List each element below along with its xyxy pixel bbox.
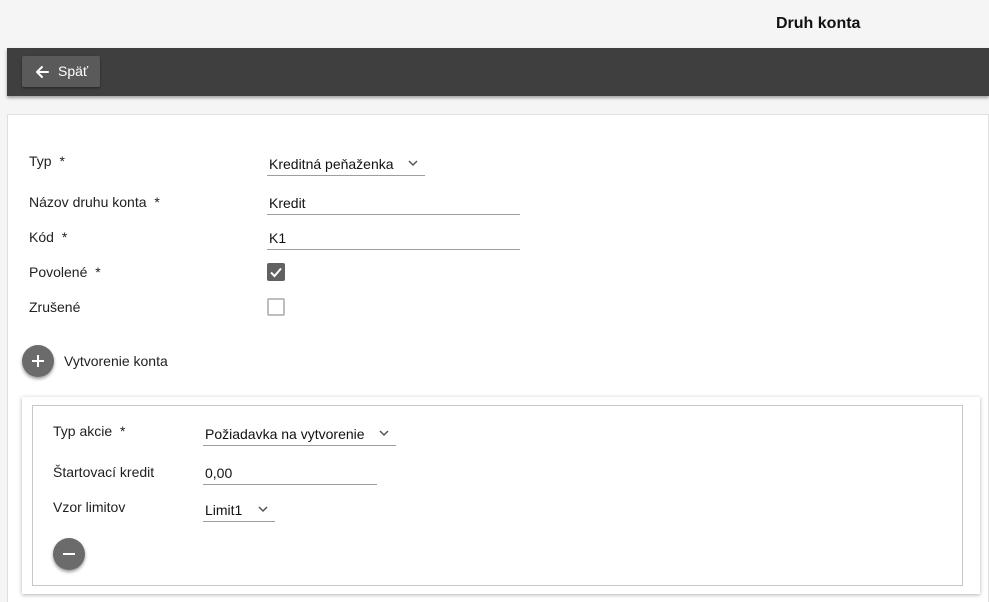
required-mark: * bbox=[61, 229, 68, 245]
limit-template-select[interactable]: Limit1 bbox=[203, 499, 275, 522]
action-type-select[interactable]: Požiadavka na vytvorenie bbox=[203, 423, 396, 446]
limit-template-select-value: Limit1 bbox=[205, 502, 243, 518]
enabled-label: Povolené bbox=[29, 264, 88, 280]
page-header: Druh konta bbox=[0, 0, 989, 48]
type-label: Typ bbox=[29, 153, 52, 169]
start-credit-label: Štartovací kredit bbox=[53, 464, 155, 480]
cancelled-checkbox[interactable] bbox=[267, 298, 285, 316]
code-input-value: K1 bbox=[269, 230, 287, 246]
start-credit-input[interactable]: 0,00 bbox=[203, 462, 377, 485]
start-credit-input-value: 0,00 bbox=[205, 465, 233, 481]
code-label-row: Kód * bbox=[29, 229, 67, 245]
back-button-label: Späť bbox=[58, 63, 89, 79]
limit-template-label: Vzor limitov bbox=[53, 499, 126, 515]
chevron-down-icon bbox=[379, 430, 389, 437]
type-select[interactable]: Kreditná peňaženka bbox=[267, 153, 425, 176]
minus-icon bbox=[63, 553, 75, 555]
required-mark: * bbox=[154, 194, 160, 210]
account-creation-label: Vytvorenie konta bbox=[64, 353, 168, 369]
form-card: Typ * Kreditná peňaženka Názov druhu kon… bbox=[7, 114, 989, 602]
code-input[interactable]: K1 bbox=[267, 227, 520, 250]
name-input[interactable]: Kredit bbox=[267, 192, 520, 215]
add-account-creation-button[interactable] bbox=[22, 345, 54, 377]
account-creation-inner: Typ akcie * Požiadavka na vytvorenie Šta… bbox=[32, 405, 963, 586]
account-creation-panel: Typ akcie * Požiadavka na vytvorenie Šta… bbox=[22, 397, 980, 594]
enabled-checkbox[interactable] bbox=[267, 263, 285, 281]
chevron-down-icon bbox=[258, 506, 268, 513]
name-label: Názov druhu konta bbox=[29, 194, 147, 210]
name-input-value: Kredit bbox=[269, 195, 306, 211]
cancelled-label: Zrušené bbox=[29, 299, 81, 315]
remove-account-creation-button[interactable] bbox=[53, 538, 85, 570]
type-select-value: Kreditná peňaženka bbox=[269, 156, 394, 172]
action-type-select-value: Požiadavka na vytvorenie bbox=[205, 426, 365, 442]
back-button[interactable]: Späť bbox=[22, 56, 100, 87]
type-label-row: Typ * bbox=[29, 153, 65, 169]
arrow-left-icon bbox=[36, 66, 49, 78]
cancelled-label-row: Zrušené bbox=[29, 299, 80, 315]
name-label-row: Názov druhu konta * bbox=[29, 194, 160, 210]
plus-icon bbox=[32, 355, 44, 367]
toolbar: Späť bbox=[7, 48, 989, 96]
required-mark: * bbox=[59, 153, 65, 169]
check-icon bbox=[270, 267, 282, 278]
action-type-label: Typ akcie bbox=[53, 423, 113, 439]
required-mark: * bbox=[95, 264, 101, 280]
chevron-down-icon bbox=[408, 160, 418, 167]
code-label: Kód bbox=[29, 229, 54, 245]
required-mark: * bbox=[120, 423, 126, 439]
enabled-label-row: Povolené * bbox=[29, 264, 101, 280]
page-title: Druh konta bbox=[776, 15, 861, 32]
action-type-label-row: Typ akcie * bbox=[53, 423, 125, 439]
